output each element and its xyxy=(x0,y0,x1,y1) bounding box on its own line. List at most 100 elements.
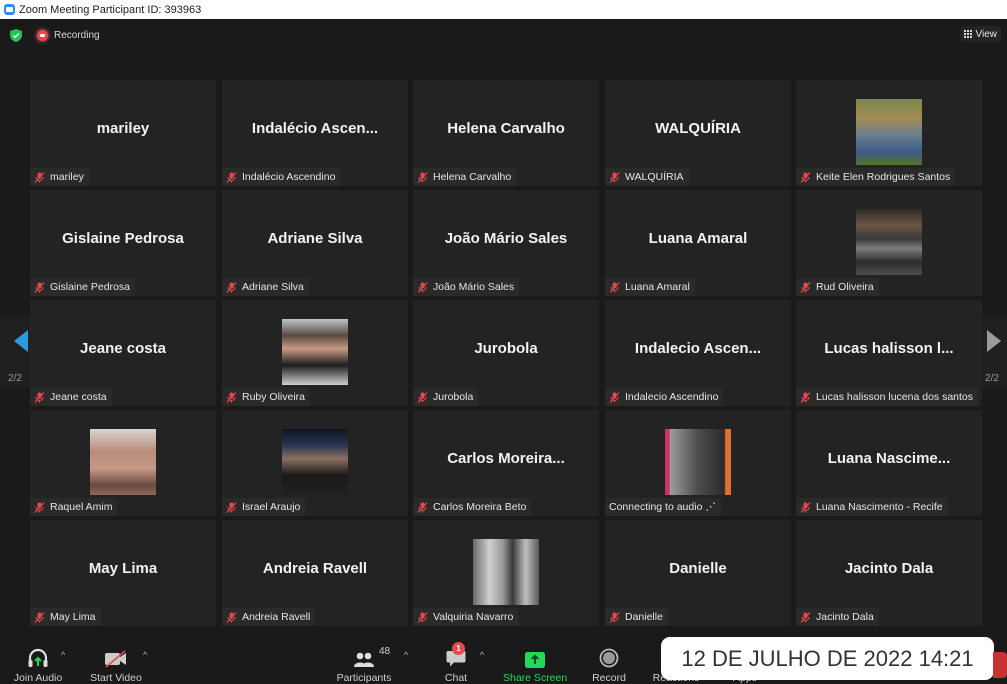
participant-name: Gislaine Pedrosa xyxy=(50,281,130,293)
participants-icon xyxy=(354,652,374,667)
participant-name: Israel Araujo xyxy=(242,501,301,513)
microphone-muted-icon xyxy=(34,501,45,513)
participant-tile[interactable]: Jeane costa Jeane costa xyxy=(30,300,216,406)
participant-name-label: May Lima xyxy=(30,608,101,626)
participant-tile[interactable]: Adriane Silva Adriane Silva xyxy=(222,190,408,296)
datetime-overlay: 12 DE JULHO DE 2022 14:21 xyxy=(661,637,994,680)
participant-profile-photo xyxy=(856,99,922,165)
participant-name-label: Connecting to audio ⋰ xyxy=(605,498,721,516)
recording-label: Recording xyxy=(54,30,100,41)
record-icon xyxy=(599,648,619,668)
participant-tile[interactable]: Rud Oliveira xyxy=(796,190,982,296)
participant-tile[interactable]: Valquiria Navarro xyxy=(413,520,599,626)
microphone-muted-icon xyxy=(800,501,811,513)
join-audio-button[interactable]: Join Audio xyxy=(12,646,64,684)
participant-display-name: Gislaine Pedrosa xyxy=(62,230,184,247)
participant-tile[interactable]: Andreia Ravell Andreia Ravell xyxy=(222,520,408,626)
participant-tile[interactable]: Keite Elen Rodrigues Santos xyxy=(796,80,982,186)
participant-name-label: Luana Amaral xyxy=(605,278,695,296)
microphone-muted-icon xyxy=(417,281,428,293)
participant-name-label: WALQUÍRIA xyxy=(605,168,689,186)
participant-name-label: Israel Araujo xyxy=(222,498,306,516)
participant-name: Rud Oliveira xyxy=(816,281,874,293)
participant-profile-photo xyxy=(665,429,731,495)
participant-tile[interactable]: WALQUÍRIA WALQUÍRIA xyxy=(605,80,791,186)
participant-tile[interactable]: Lucas halisson l... Lucas halisson lucena… xyxy=(796,300,982,406)
microphone-muted-icon xyxy=(609,171,620,183)
microphone-muted-icon xyxy=(609,611,620,623)
participants-button[interactable]: 48 Participants xyxy=(335,646,393,684)
participant-name-label: Jeane costa xyxy=(30,388,112,406)
end-meeting-button[interactable] xyxy=(993,652,1007,678)
participant-tile[interactable]: Jacinto Dala Jacinto Dala xyxy=(796,520,982,626)
participant-display-name: João Mário Sales xyxy=(444,230,568,247)
view-button[interactable]: View xyxy=(959,26,1001,42)
participant-name: Luana Amaral xyxy=(625,281,690,293)
participant-name: Lucas halisson lucena dos santos xyxy=(816,391,974,403)
microphone-muted-icon xyxy=(417,391,428,403)
participant-name: Andreia Ravell xyxy=(242,611,311,623)
participant-display-name: Danielle xyxy=(669,560,727,577)
participant-name: Raquel Amim xyxy=(50,501,113,513)
recording-indicator[interactable]: Recording xyxy=(37,30,100,41)
participant-tile[interactable]: Raquel Amim xyxy=(30,410,216,516)
start-video-button[interactable]: Start Video xyxy=(88,646,144,684)
participant-display-name: Adriane Silva xyxy=(267,230,363,247)
participant-name-label: Helena Carvalho xyxy=(413,168,517,186)
participant-name: Danielle xyxy=(625,611,663,623)
chat-options-caret[interactable]: ^ xyxy=(480,650,484,660)
participant-display-name: Jeane costa xyxy=(80,340,166,357)
share-screen-button[interactable]: Share Screen xyxy=(503,646,567,684)
participant-tile[interactable]: Helena Carvalho Helena Carvalho xyxy=(413,80,599,186)
audio-options-caret[interactable]: ^ xyxy=(61,650,65,660)
participant-tile[interactable]: Ruby Oliveira xyxy=(222,300,408,406)
participant-tile[interactable]: Luana Nascime... Luana Nascimento - Recif… xyxy=(796,410,982,516)
participant-name-label: Gislaine Pedrosa xyxy=(30,278,135,296)
participant-tile[interactable]: Luana Amaral Luana Amaral xyxy=(605,190,791,296)
view-label: View xyxy=(975,28,998,40)
participant-tile[interactable]: Jurobola Jurobola xyxy=(413,300,599,406)
grid-view-icon xyxy=(963,29,973,39)
share-screen-label: Share Screen xyxy=(503,672,568,684)
participant-display-name: Andreia Ravell xyxy=(262,560,368,577)
participant-name: Luana Nascimento - Recife xyxy=(816,501,943,513)
participant-name: WALQUÍRIA xyxy=(625,171,684,183)
participant-tile[interactable]: Gislaine Pedrosa Gislaine Pedrosa xyxy=(30,190,216,296)
participant-tile[interactable]: Carlos Moreira... Carlos Moreira Beto xyxy=(413,410,599,516)
participant-display-name: Indalécio Ascen... xyxy=(251,120,379,137)
participant-name: Carlos Moreira Beto xyxy=(433,501,527,513)
participant-display-name: Luana Nascime... xyxy=(827,450,951,467)
participant-display-name: Jacinto Dala xyxy=(844,560,934,577)
recording-icon xyxy=(37,30,48,41)
participant-tile[interactable]: mariley mariley xyxy=(30,80,216,186)
participant-name-label: Andreia Ravell xyxy=(222,608,316,626)
chat-button[interactable]: 1 Chat xyxy=(440,642,472,684)
page-indicator: 2/2 xyxy=(8,373,22,384)
participant-name-label: Keite Elen Rodrigues Santos xyxy=(796,168,956,186)
participant-tile[interactable]: Indalécio Ascen... Indalécio Ascendino xyxy=(222,80,408,186)
video-options-caret[interactable]: ^ xyxy=(143,650,147,660)
participant-name: Jacinto Dala xyxy=(816,611,874,623)
participant-name: João Mário Sales xyxy=(433,281,515,293)
participant-name: Helena Carvalho xyxy=(433,171,512,183)
participant-profile-photo xyxy=(90,429,156,495)
participants-options-caret[interactable]: ^ xyxy=(404,650,408,660)
participant-name-label: Valquiria Navarro xyxy=(413,608,519,626)
participant-display-name: Carlos Moreira... xyxy=(447,450,565,467)
participant-tile[interactable]: May Lima May Lima xyxy=(30,520,216,626)
participant-name-label: Rud Oliveira xyxy=(796,278,879,296)
participant-name-label: Lucas halisson lucena dos santos xyxy=(796,388,979,406)
participant-profile-photo xyxy=(282,319,348,385)
record-button[interactable]: Record xyxy=(590,646,628,684)
participant-tile[interactable]: Israel Araujo xyxy=(222,410,408,516)
chat-unread-badge: 1 xyxy=(452,642,465,655)
security-shield-icon[interactable] xyxy=(10,29,22,42)
previous-page-button[interactable]: 2/2 xyxy=(0,316,30,388)
participant-name-label: Indalécio Ascendino xyxy=(222,168,341,186)
participant-tile[interactable]: Connecting to audio ⋰ xyxy=(605,410,791,516)
participant-name: Ruby Oliveira xyxy=(242,391,306,403)
participant-tile[interactable]: Danielle Danielle xyxy=(605,520,791,626)
participant-tile[interactable]: João Mário Sales João Mário Sales xyxy=(413,190,599,296)
participant-tile[interactable]: Indalecio Ascen... Indalecio Ascendino xyxy=(605,300,791,406)
microphone-muted-icon xyxy=(800,171,811,183)
